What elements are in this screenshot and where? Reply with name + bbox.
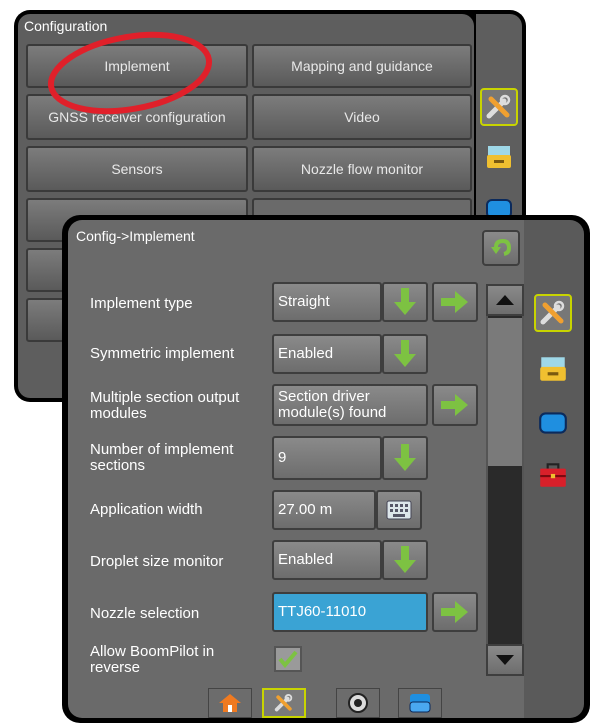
keyboard-icon [386,500,412,520]
configuration-tab[interactable] [262,688,306,718]
sensors-button[interactable]: Sensors [26,146,248,192]
number-sections-label: Number of implement sections [90,441,234,474]
console-icon [540,357,566,381]
tools-icon [486,94,511,119]
console-tab[interactable] [534,350,572,388]
guidance-tab[interactable] [398,688,442,718]
gauge-tab[interactable] [336,688,380,718]
triangle-down-icon [496,655,514,665]
video-button[interactable]: Video [252,94,472,140]
back-console-tab[interactable] [480,138,518,176]
toolbox-tab[interactable] [534,456,572,494]
application-width-label: Application width [90,501,203,518]
symmetric-implement-label: Symmetric implement [90,345,235,362]
mapping-guidance-button[interactable]: Mapping and guidance [252,44,472,88]
scroll-down-button[interactable] [486,644,524,676]
tools-tab[interactable] [534,294,572,332]
application-width-keypad[interactable] [376,490,422,530]
tools-icon [540,300,565,325]
number-sections-field[interactable]: 9 [272,436,382,480]
console-icon [487,146,511,168]
display-icon [539,412,567,434]
home-icon [219,694,241,712]
arrow-down-icon [394,444,416,471]
scroll-up-button[interactable] [486,284,524,316]
nozzle-flow-monitor-button[interactable]: Nozzle flow monitor [252,146,472,192]
display-tab[interactable] [534,404,572,442]
arrow-right-icon [441,601,468,623]
return-button[interactable] [482,230,520,266]
implement-type-dropdown[interactable] [382,282,428,322]
droplet-size-label: Droplet size monitor [90,553,224,570]
guidance-icon [409,694,431,713]
allow-boompilot-checkbox[interactable] [274,646,302,672]
implement-type-next[interactable] [432,282,478,322]
implement-title: Config->Implement [76,228,195,244]
arrow-down-icon [394,546,416,573]
arrow-right-icon [441,291,468,313]
highlight-ring [47,31,213,115]
multiple-section-next[interactable] [432,384,478,426]
implement-type-field[interactable]: Straight [272,282,382,322]
triangle-up-icon [496,295,514,305]
implement-type-label: Implement type [90,295,193,312]
symmetric-implement-field[interactable]: Enabled [272,334,382,374]
nozzle-selection-next[interactable] [432,592,478,632]
number-sections-dropdown[interactable] [382,436,428,480]
toolbox-icon [540,463,566,487]
tools-icon [274,694,293,712]
home-tab[interactable] [208,688,252,718]
nozzle-selection-label: Nozzle selection [90,605,200,622]
arrow-right-icon [441,394,468,416]
gauge-icon [348,693,368,713]
multiple-section-label: Multiple section output modules [90,389,240,422]
application-width-field[interactable]: 27.00 m [272,490,376,530]
return-arrow-icon [491,238,512,256]
back-tools-tab[interactable] [480,88,518,126]
nozzle-selection-field[interactable]: TTJ60-11010 [272,592,428,632]
symmetric-implement-dropdown[interactable] [382,334,428,374]
arrow-down-icon [394,340,416,367]
scrollbar-thumb[interactable] [488,318,522,466]
allow-boompilot-label: Allow BoomPilot in reverse [90,643,215,676]
droplet-size-field[interactable]: Enabled [272,540,382,580]
arrow-down-icon [394,288,416,315]
droplet-size-dropdown[interactable] [382,540,428,580]
checkmark-icon [278,650,298,668]
multiple-section-field[interactable]: Section driver module(s) found [272,384,428,426]
